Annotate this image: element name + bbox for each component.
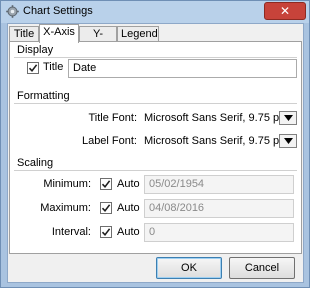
title-font-value: Microsoft Sans Serif, 9.75 pt (144, 112, 283, 124)
maximum-input[interactable]: 04/08/2016 (144, 199, 294, 218)
label-font-value: Microsoft Sans Serif, 9.75 pt (144, 135, 283, 147)
checkmark-icon (101, 180, 111, 189)
tab-title[interactable]: Title (9, 26, 39, 42)
tab-x-axis[interactable]: X-Axis (39, 24, 79, 43)
tab-y-axis[interactable]: Y-Axis (79, 26, 117, 54)
chart-settings-window: Chart Settings ✕ Title X-Axis Y-Axis Leg… (0, 0, 310, 288)
dropdown-arrow-icon (284, 115, 293, 121)
tab-legend[interactable]: Legend (117, 26, 159, 42)
formatting-group-divider (14, 103, 297, 104)
interval-auto-checkbox[interactable] (100, 226, 112, 238)
checkmark-icon (101, 204, 111, 213)
scaling-group-divider (14, 170, 297, 171)
checkmark-icon (101, 228, 111, 237)
interval-label: Interval: (51, 226, 91, 238)
label-font-picker-button[interactable] (279, 134, 297, 148)
dropdown-arrow-icon (284, 138, 293, 144)
title-font-label: Title Font: (88, 112, 138, 124)
x-axis-tab-panel: Display Title Date Formatting Title Font… (9, 41, 302, 254)
interval-input[interactable]: 0 (144, 223, 294, 242)
window-title: Chart Settings (23, 5, 93, 17)
scaling-group-label: Scaling (17, 157, 54, 169)
display-group-divider (14, 57, 297, 58)
maximum-auto-checkbox[interactable] (100, 202, 112, 214)
minimum-auto-label: Auto (117, 178, 140, 190)
display-group-label: Display (17, 44, 54, 56)
title-font-picker-button[interactable] (279, 111, 297, 125)
formatting-group-label: Formatting (17, 90, 70, 102)
minimum-auto-checkbox[interactable] (100, 178, 112, 190)
display-title-input[interactable]: Date (68, 59, 297, 78)
interval-auto-label: Auto (117, 226, 140, 238)
dialog-body: Title X-Axis Y-Axis Legend Display Title… (7, 23, 304, 283)
settings-gear-icon (6, 5, 19, 18)
minimum-input[interactable]: 05/02/1954 (144, 175, 294, 194)
title-bar[interactable]: Chart Settings ✕ (1, 1, 309, 23)
display-title-label: Title (43, 61, 64, 73)
ok-button[interactable]: OK (156, 257, 222, 279)
minimum-label: Minimum: (43, 178, 91, 190)
cancel-button[interactable]: Cancel (229, 257, 295, 279)
maximum-label: Maximum: (40, 202, 91, 214)
label-font-label: Label Font: (81, 135, 137, 147)
display-group: Display Title Date (14, 44, 297, 84)
scaling-group: Scaling Minimum: Auto 05/02/1954 Maximum… (14, 157, 297, 252)
maximum-auto-label: Auto (117, 202, 140, 214)
checkmark-icon (28, 64, 38, 73)
formatting-group: Formatting Title Font: Microsoft Sans Se… (14, 90, 297, 156)
close-button[interactable]: ✕ (264, 2, 306, 20)
display-title-checkbox[interactable] (27, 62, 39, 74)
